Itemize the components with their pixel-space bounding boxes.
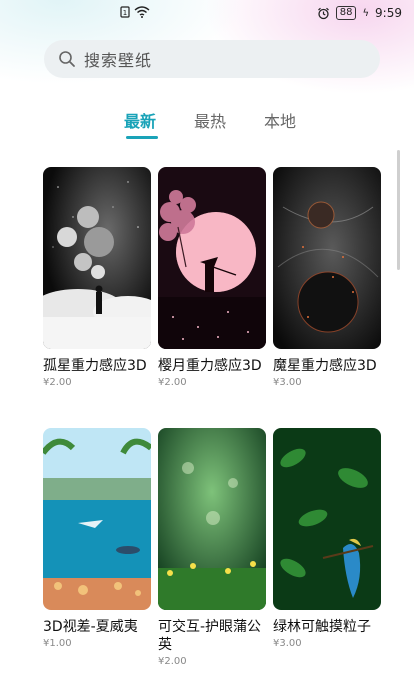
wallpaper-thumbnail[interactable]	[43, 167, 151, 349]
wallpaper-name: 3D视差-夏威夷	[43, 619, 138, 635]
tab-active-indicator	[126, 136, 158, 139]
wallpaper-card[interactable]: 魔星重力感应3D ¥3.00	[273, 167, 381, 388]
clock-time: 9:59	[375, 6, 402, 20]
wallpaper-name: 魔星重力感应3D	[273, 358, 377, 374]
search-icon	[59, 51, 75, 67]
status-bar: 1 88 ϟ 9:59	[0, 0, 414, 28]
wifi-icon	[134, 6, 150, 18]
wallpaper-card[interactable]: 绿林可触摸粒子 ¥3.00	[273, 428, 381, 649]
wallpaper-card[interactable]: 孤星重力感应3D ¥2.00	[43, 167, 151, 388]
battery-indicator: 88	[335, 6, 357, 20]
charging-icon: ϟ	[362, 7, 370, 19]
wallpaper-price: ¥2.00	[158, 377, 187, 388]
tab-local[interactable]: 本地	[264, 108, 296, 132]
wallpaper-name: 孤星重力感应3D	[43, 358, 147, 374]
wallpaper-thumbnail[interactable]	[273, 428, 381, 610]
wallpaper-thumbnail[interactable]	[158, 167, 266, 349]
wallpaper-thumbnail[interactable]	[43, 428, 151, 610]
tab-latest[interactable]: 最新	[124, 108, 156, 132]
wallpaper-price: ¥1.00	[43, 638, 72, 649]
alarm-icon	[317, 7, 329, 19]
tab-hot[interactable]: 最热	[194, 108, 226, 132]
search-bar[interactable]: 搜索壁纸	[44, 40, 380, 78]
scrollbar[interactable]	[397, 150, 400, 270]
wallpaper-price: ¥3.00	[273, 638, 302, 649]
wallpaper-card[interactable]: 可交互-护眼蒲公英 ¥2.00	[158, 428, 266, 667]
wallpaper-price: ¥3.00	[273, 377, 302, 388]
wallpaper-name: 可交互-护眼蒲公英	[158, 619, 262, 653]
wallpaper-thumbnail[interactable]	[273, 167, 381, 349]
tab-bar: 最新 最热 本地	[0, 108, 414, 142]
wallpaper-card[interactable]: 3D视差-夏威夷 ¥1.00	[43, 428, 151, 649]
search-placeholder: 搜索壁纸	[84, 51, 153, 70]
wallpaper-price: ¥2.00	[158, 656, 187, 667]
wallpaper-thumbnail[interactable]	[158, 428, 266, 610]
wallpaper-card[interactable]: 樱月重力感应3D ¥2.00	[158, 167, 266, 388]
wallpaper-name: 绿林可触摸粒子	[273, 619, 371, 635]
wallpaper-price: ¥2.00	[43, 377, 72, 388]
svg-text:1: 1	[123, 9, 127, 17]
wallpaper-name: 樱月重力感应3D	[158, 358, 262, 374]
sim-icon: 1	[120, 6, 130, 18]
